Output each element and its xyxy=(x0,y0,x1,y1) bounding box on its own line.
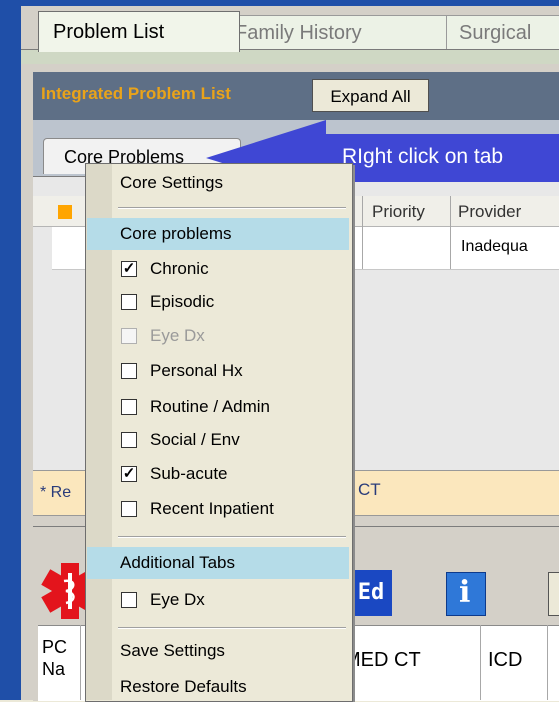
tab-surgical[interactable]: Surgical xyxy=(446,15,559,49)
edit-icon[interactable]: Ed xyxy=(350,570,392,616)
toolbar-button-partial[interactable] xyxy=(548,572,559,616)
menu-item-sub-acute[interactable]: Sub-acute xyxy=(150,464,228,484)
expand-all-button[interactable]: Expand All xyxy=(312,79,429,112)
menu-item-save-settings[interactable]: Save Settings xyxy=(120,641,225,661)
tab-problem-list[interactable]: Problem List xyxy=(38,11,240,52)
menu-header-core-problems: Core problems xyxy=(120,224,232,243)
menu-item-eye-dx-disabled: Eye Dx xyxy=(150,326,205,345)
menu-item-additional-eye-dx[interactable]: Eye Dx xyxy=(150,590,205,610)
checkbox-social-env[interactable] xyxy=(121,432,137,448)
menu-item-social-env[interactable]: Social / Env xyxy=(150,430,240,450)
menu-separator xyxy=(118,627,346,629)
menu-item-chronic[interactable]: Chronic xyxy=(150,259,209,279)
callout-text: RIght click on tab xyxy=(342,145,504,168)
window-frame-left xyxy=(0,0,21,700)
column-header-pc: PC xyxy=(42,637,68,657)
column-header-icd[interactable]: ICD xyxy=(488,649,522,672)
menu-header-additional-tabs: Additional Tabs xyxy=(120,553,235,572)
info-glyph: i xyxy=(459,575,471,610)
column-header-priority[interactable]: Priority xyxy=(372,202,425,222)
status-color-marker xyxy=(58,205,72,219)
menu-separator xyxy=(118,536,346,538)
checkbox-routine-admin[interactable] xyxy=(121,399,137,415)
checkbox-recent-inpatient[interactable] xyxy=(121,501,137,517)
integrated-problem-list-label: Integrated Problem List xyxy=(41,84,231,103)
tab-family-history[interactable]: Family History xyxy=(222,15,448,49)
menu-item-personal-hx[interactable]: Personal Hx xyxy=(150,361,243,381)
column-divider xyxy=(80,625,81,700)
column-divider xyxy=(450,227,451,269)
menu-item-episodic[interactable]: Episodic xyxy=(150,292,214,312)
menu-item-routine-admin[interactable]: Routine / Admin xyxy=(150,397,270,417)
menu-separator xyxy=(118,207,346,209)
checkbox-eye-dx-disabled xyxy=(121,328,137,344)
cell-provider: Inadequa xyxy=(461,238,528,255)
column-header-name[interactable]: PC Na xyxy=(42,636,67,680)
note-text-right: CT xyxy=(358,480,381,499)
checkbox-personal-hx[interactable] xyxy=(121,363,137,379)
checkbox-sub-acute[interactable]: ✓ xyxy=(121,466,137,482)
menu-item-restore-defaults[interactable]: Restore Defaults xyxy=(120,677,247,697)
checkbox-episodic[interactable] xyxy=(121,294,137,310)
menu-item-core-settings[interactable]: Core Settings xyxy=(120,173,223,193)
column-divider xyxy=(362,227,363,269)
column-divider xyxy=(480,625,481,700)
column-divider xyxy=(547,625,548,700)
checkbox-chronic[interactable]: ✓ xyxy=(121,261,137,277)
menu-item-recent-inpatient[interactable]: Recent Inpatient xyxy=(150,499,274,519)
column-header-snomed-ct[interactable]: MED CT xyxy=(344,649,421,672)
note-text: * Re xyxy=(40,484,72,501)
column-header-na: Na xyxy=(42,659,66,679)
checkbox-additional-eye-dx[interactable] xyxy=(121,592,137,608)
column-header-provider[interactable]: Provider xyxy=(458,202,521,222)
